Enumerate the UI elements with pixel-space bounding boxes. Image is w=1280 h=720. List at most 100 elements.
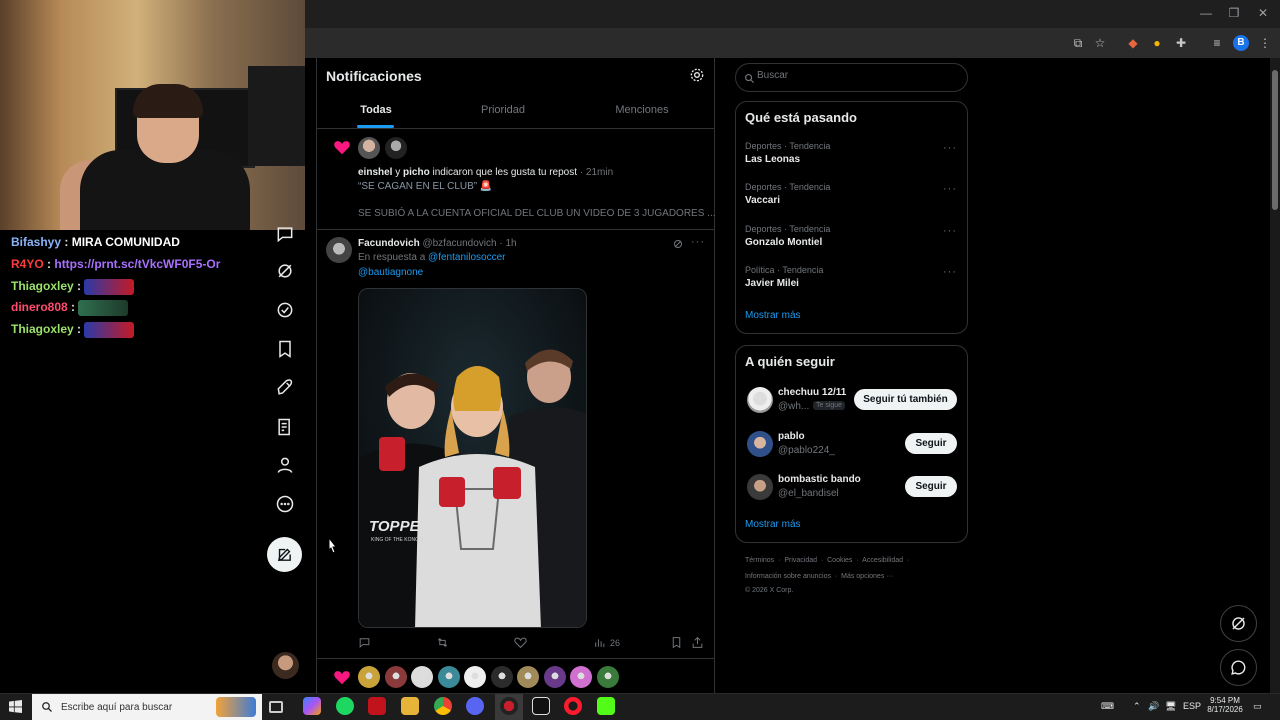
avatar[interactable] xyxy=(385,137,407,159)
notif-user-1[interactable]: einshel xyxy=(358,167,392,178)
keyboard-icon[interactable]: ⌨ xyxy=(1101,701,1114,712)
avatar[interactable] xyxy=(411,666,433,688)
footer-link[interactable]: Cookies xyxy=(827,557,852,564)
tab-prioridad[interactable]: Prioridad xyxy=(470,104,536,116)
taskbar-search[interactable]: Escribe aquí para buscar xyxy=(32,694,262,720)
grok-analyze-icon[interactable] xyxy=(672,237,684,255)
follow-show-more[interactable]: Mostrar más xyxy=(745,519,801,530)
opera-icon[interactable] xyxy=(564,697,582,715)
avatar[interactable] xyxy=(747,387,773,413)
avatar[interactable] xyxy=(437,666,460,688)
tweet-more-icon[interactable]: ··· xyxy=(691,236,705,248)
footer-link[interactable]: Más opciones ··· xyxy=(841,573,893,580)
bookmark-button[interactable] xyxy=(670,636,683,649)
profile-icon[interactable] xyxy=(274,454,296,476)
grok-icon[interactable] xyxy=(274,260,296,282)
tab-todas[interactable]: Todas xyxy=(350,104,402,116)
like-notification-text[interactable]: einshel y picho indicaron que les gusta … xyxy=(358,167,613,178)
avatar[interactable] xyxy=(747,474,773,500)
install-app-icon[interactable]: ⧉ xyxy=(1070,35,1086,51)
notif-preview[interactable]: SE SUBIÓ A LA CUENTA OFICIAL DEL CLUB UN… xyxy=(358,208,716,219)
menu-kebab-icon[interactable]: ⋮ xyxy=(1257,35,1273,51)
more-options-icon[interactable] xyxy=(274,493,296,515)
follow-handle[interactable]: @el_bandisel xyxy=(778,488,839,499)
obs-icon[interactable] xyxy=(500,697,518,715)
file-explorer-icon[interactable] xyxy=(401,697,419,715)
trend-more-icon[interactable]: ··· xyxy=(943,183,957,195)
task-view-icon[interactable] xyxy=(269,701,283,713)
follow-handle[interactable]: @wh... xyxy=(778,401,809,412)
tab-menciones[interactable]: Menciones xyxy=(606,104,678,116)
views-button[interactable]: 26 xyxy=(593,636,620,649)
search-input[interactable] xyxy=(757,70,957,81)
trend-name[interactable]: Las Leonas xyxy=(745,154,800,165)
follow-name[interactable]: pablo xyxy=(778,431,805,442)
footer-link[interactable]: Términos xyxy=(745,557,774,564)
avatar[interactable] xyxy=(543,666,566,688)
trend-name[interactable]: Gonzalo Montiel xyxy=(745,237,822,248)
tweet-author-name[interactable]: Facundovich xyxy=(358,238,420,249)
language-indicator[interactable]: ESP xyxy=(1183,701,1201,711)
follow-button[interactable]: Seguir xyxy=(905,433,957,454)
chat-username[interactable]: R4YO xyxy=(11,257,44,271)
avatar[interactable] xyxy=(570,666,592,688)
tweet-author-avatar[interactable] xyxy=(326,237,352,263)
account-avatar[interactable] xyxy=(272,652,299,679)
discord-icon[interactable] xyxy=(466,697,484,715)
share-button[interactable] xyxy=(691,636,704,649)
notifications-icon[interactable]: ▭ xyxy=(1253,701,1262,712)
avatar[interactable] xyxy=(747,431,773,457)
chat-username[interactable]: dinero808 xyxy=(11,300,68,314)
avatar[interactable] xyxy=(384,666,407,688)
tweet-media-image[interactable]: TOPPE KING OF THE KONGO xyxy=(358,288,587,628)
footer-link[interactable]: Información sobre anuncios xyxy=(745,573,831,580)
footer-link[interactable]: Privacidad xyxy=(784,557,817,564)
close-icon[interactable]: ✕ xyxy=(1256,6,1270,20)
follow-button[interactable]: Seguir tú también xyxy=(854,389,957,410)
bookmarks-icon[interactable] xyxy=(274,338,296,360)
trend-more-icon[interactable]: ··· xyxy=(943,142,957,154)
scrollbar-thumb[interactable] xyxy=(1272,70,1278,210)
premium-icon[interactable] xyxy=(274,299,296,321)
chat-text[interactable]: https://prnt.sc/tVkcWF0F5-Or xyxy=(54,257,220,271)
avatar[interactable] xyxy=(490,666,513,688)
compose-post-button[interactable] xyxy=(267,537,302,572)
chrome-icon[interactable] xyxy=(434,697,452,715)
windows-start-icon[interactable] xyxy=(9,700,22,713)
follow-name[interactable]: chechuu 12/11 xyxy=(778,387,846,398)
extensions-puzzle-icon[interactable]: ✚ xyxy=(1173,35,1189,51)
reply-to-link[interactable]: @bautiagnone xyxy=(358,267,423,278)
bookmark-star-icon[interactable]: ☆ xyxy=(1092,35,1108,51)
reply-to-link[interactable]: @fentanilosoccer xyxy=(428,252,505,263)
network-icon[interactable]: 🖥 xyxy=(1165,701,1176,712)
extension-color-icon[interactable]: ● xyxy=(1149,35,1165,51)
copilot-icon[interactable] xyxy=(303,697,321,715)
spotify-icon[interactable] xyxy=(336,697,354,715)
profile-avatar-icon[interactable]: B xyxy=(1233,35,1249,51)
messages-float-button[interactable] xyxy=(1220,649,1257,686)
footer-link[interactable]: Accesibilidad xyxy=(862,557,903,564)
follow-name[interactable]: bombastic bando xyxy=(778,474,861,485)
follow-handle[interactable]: @pablo224_ xyxy=(778,445,835,456)
messages-icon[interactable] xyxy=(274,223,296,245)
kick-icon[interactable] xyxy=(597,697,615,715)
tray-chevron-icon[interactable]: ⌃ xyxy=(1133,701,1141,712)
trend-name[interactable]: Vaccari xyxy=(745,195,780,206)
avatar[interactable] xyxy=(358,666,380,688)
lists-icon[interactable] xyxy=(274,416,296,438)
like-button[interactable] xyxy=(514,636,527,649)
avatar[interactable] xyxy=(464,666,486,688)
chat-username[interactable]: Thiagoxley xyxy=(11,322,74,336)
settings-gear-icon[interactable] xyxy=(689,67,705,83)
minimize-icon[interactable]: — xyxy=(1199,6,1213,20)
clock[interactable]: 9:54 PM 8/17/2026 xyxy=(1205,696,1245,714)
extension-fox-icon[interactable]: ◆ xyxy=(1125,35,1141,51)
grok-float-button[interactable] xyxy=(1220,605,1257,642)
tweet-author-handle[interactable]: @bzfacundovich xyxy=(422,238,496,249)
trend-more-icon[interactable]: ··· xyxy=(943,266,957,278)
chat-username[interactable]: Thiagoxley xyxy=(11,279,74,293)
maximize-icon[interactable]: ❐ xyxy=(1227,6,1241,20)
follow-button[interactable]: Seguir xyxy=(905,476,957,497)
search-box[interactable] xyxy=(735,63,968,92)
tweet-time[interactable]: · 1h xyxy=(499,238,516,249)
